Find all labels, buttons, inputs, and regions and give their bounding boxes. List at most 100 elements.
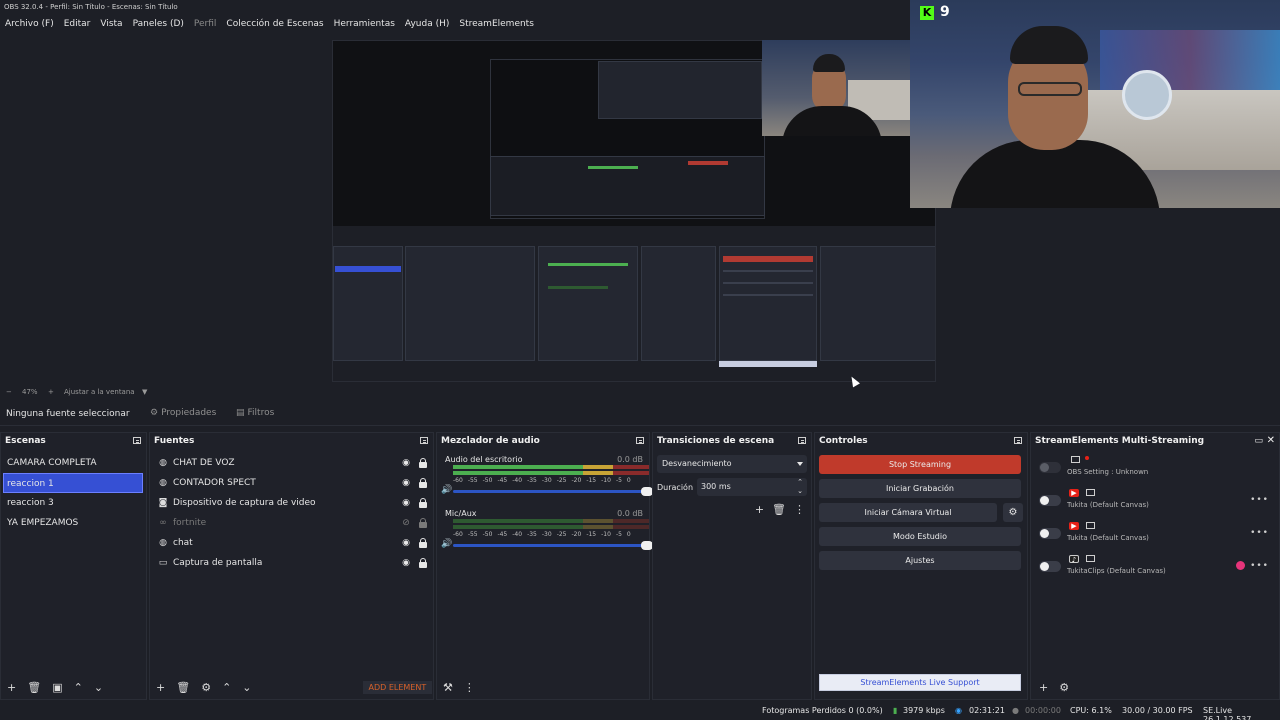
more-icon[interactable]: •••: [1250, 528, 1269, 538]
menu-item[interactable]: Perfil: [189, 17, 222, 31]
scale-tick: -10: [601, 477, 611, 484]
menu-item[interactable]: Paneles (D): [128, 17, 189, 31]
add-source-icon[interactable]: +: [156, 681, 165, 694]
virtual-camera-button[interactable]: Iniciar Cámara Virtual: [819, 503, 997, 522]
scene-item[interactable]: CAMARA COMPLETA: [1, 453, 146, 473]
scene-item[interactable]: reaccion 1: [3, 473, 143, 493]
menu-item[interactable]: Herramientas: [329, 17, 400, 31]
speaker-icon[interactable]: 🔊: [441, 485, 452, 495]
source-item[interactable]: ∞ fortnite ⊘: [150, 513, 433, 533]
undock-icon[interactable]: [636, 437, 644, 444]
eye-icon[interactable]: ◉: [401, 558, 411, 568]
youtube-icon: ▶: [1069, 489, 1079, 497]
lock-icon[interactable]: [419, 498, 427, 508]
move-up-icon[interactable]: ⌃: [74, 681, 83, 694]
multistream-title-text: StreamElements Multi-Streaming: [1035, 436, 1205, 446]
close-icon[interactable]: ✕: [1267, 433, 1275, 449]
undock-icon[interactable]: [798, 437, 806, 444]
volume-slider[interactable]: [453, 487, 653, 496]
add-transition-icon[interactable]: +: [755, 503, 764, 516]
source-item[interactable]: ▭ Captura de pantalla ◉: [150, 553, 433, 573]
menu-item[interactable]: Ayuda (H): [400, 17, 454, 31]
scale-tick: -15: [586, 531, 597, 538]
remove-scene-icon[interactable]: 🗑: [27, 681, 41, 694]
menu-item[interactable]: Archivo (F): [0, 17, 59, 31]
nested-docks: [490, 156, 765, 216]
settings-button[interactable]: Ajustes: [819, 551, 1021, 570]
destination-label: OBS Setting : Unknown: [1067, 468, 1149, 476]
transition-select[interactable]: Desvanecimiento: [657, 455, 807, 473]
source-item[interactable]: ◍ chat ◉: [150, 533, 433, 553]
sources-title: Fuentes: [150, 433, 433, 449]
remove-source-icon[interactable]: 🗑: [176, 681, 190, 694]
add-element-button[interactable]: ADD ELEMENT: [362, 680, 433, 694]
move-down-icon[interactable]: ⌄: [94, 681, 103, 694]
undock-icon[interactable]: [420, 437, 428, 444]
start-recording-button[interactable]: Iniciar Grabación: [819, 479, 1021, 498]
mixer-menu-icon[interactable]: ⋮: [464, 681, 475, 694]
scene-item[interactable]: reaccion 3: [1, 493, 146, 513]
scale-tick: 0: [626, 477, 631, 484]
transitions-dock: Transiciones de escena Desvanecimiento D…: [652, 432, 812, 700]
scale-tick: -40: [512, 477, 523, 484]
destination-toggle[interactable]: [1039, 495, 1061, 506]
live-support-button[interactable]: StreamElements Live Support: [819, 674, 1021, 691]
scene-filters-icon[interactable]: ▣: [52, 681, 62, 694]
stepper-icon[interactable]: ⌃ ⌄: [797, 478, 803, 496]
menu-item[interactable]: Vista: [95, 17, 127, 31]
lock-icon[interactable]: [419, 518, 427, 528]
source-item[interactable]: ◍ CHAT DE VOZ ◉: [150, 453, 433, 473]
source-item[interactable]: ◍ CONTADOR SPECT ◉: [150, 473, 433, 493]
eye-icon[interactable]: ◉: [401, 538, 411, 548]
eye-icon[interactable]: ◉: [401, 478, 411, 488]
add-scene-icon[interactable]: +: [7, 681, 16, 694]
volume-slider[interactable]: [453, 541, 653, 550]
studio-mode-button[interactable]: Modo Estudio: [819, 527, 1021, 546]
eye-hidden-icon[interactable]: ⊘: [401, 518, 411, 528]
multistreaming-dock: StreamElements Multi-Streaming ▭ ✕ OBS S…: [1030, 432, 1280, 700]
destination-toggle[interactable]: [1039, 462, 1061, 473]
lock-icon[interactable]: [419, 538, 427, 548]
transition-menu-icon[interactable]: ⋮: [794, 503, 805, 516]
menu-item[interactable]: Colección de Escenas: [221, 17, 328, 31]
more-icon[interactable]: •••: [1250, 495, 1269, 505]
source-name: chat: [173, 538, 193, 548]
stop-streaming-button[interactable]: Stop Streaming: [819, 455, 1021, 474]
menu-item[interactable]: StreamElements: [454, 17, 539, 31]
virtual-camera-settings-gear-icon[interactable]: ⚙: [1003, 503, 1023, 522]
zoom-in-button[interactable]: +: [48, 386, 54, 398]
properties-button[interactable]: ⚙ Propiedades: [150, 408, 216, 418]
menu-item[interactable]: Editar: [59, 17, 96, 31]
duration-input[interactable]: 300 ms ⌃ ⌄: [697, 478, 807, 496]
zoom-out-button[interactable]: −: [6, 386, 12, 398]
fit-window-button[interactable]: Ajustar a la ventana: [64, 386, 135, 398]
lock-icon[interactable]: [419, 558, 427, 568]
scene-item[interactable]: YA EMPEZAMOS: [1, 513, 146, 533]
speaker-icon[interactable]: 🔊: [441, 539, 452, 549]
multistream-settings-gear-icon[interactable]: ⚙: [1059, 681, 1069, 694]
move-up-icon[interactable]: ⌃: [222, 681, 231, 694]
add-destination-icon[interactable]: +: [1039, 681, 1048, 694]
filters-button[interactable]: ▤ Filtros: [236, 408, 274, 418]
zoom-dropdown-icon[interactable]: ▼: [142, 386, 147, 398]
undock-icon[interactable]: ▭: [1254, 433, 1263, 449]
remove-transition-icon[interactable]: 🗑: [772, 503, 786, 516]
advanced-audio-icon[interactable]: ⚒: [443, 681, 453, 694]
transitions-title-text: Transiciones de escena: [657, 436, 775, 446]
undock-icon[interactable]: [133, 437, 141, 444]
lock-icon[interactable]: [419, 478, 427, 488]
source-name: CONTADOR SPECT: [173, 478, 256, 488]
source-properties-icon[interactable]: ⚙: [201, 681, 211, 694]
source-item[interactable]: ◙ Dispositivo de captura de video ◉: [150, 493, 433, 513]
destination-toggle[interactable]: [1039, 528, 1061, 539]
version: SE.Live 26.1.12.537: [1203, 706, 1252, 720]
nested-preview: [598, 61, 762, 119]
lock-icon[interactable]: [419, 458, 427, 468]
eye-icon[interactable]: ◉: [401, 458, 411, 468]
mixer-track: Mic/Aux 0.0 dB -60 -55 -50 -45 -40 -35 -30 -25 -20…: [437, 507, 653, 561]
destination-toggle[interactable]: [1039, 561, 1061, 572]
move-down-icon[interactable]: ⌄: [242, 681, 251, 694]
undock-icon[interactable]: [1014, 437, 1022, 444]
eye-icon[interactable]: ◉: [401, 498, 411, 508]
more-icon[interactable]: •••: [1250, 561, 1269, 571]
